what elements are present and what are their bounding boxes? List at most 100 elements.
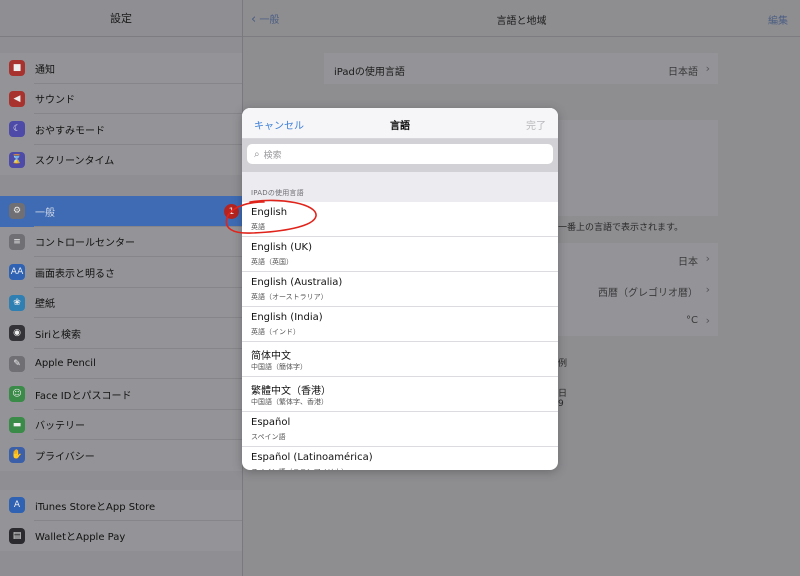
- sidebar-item[interactable]: ◉ Siriと検索: [0, 318, 242, 349]
- sidebar-item-label: 一般: [35, 207, 55, 219]
- sidebar-item[interactable]: ✎ Apple Pencil: [0, 349, 242, 380]
- format-example-1: 例: [558, 359, 568, 369]
- siri-icon: ◉: [9, 325, 25, 342]
- language-row[interactable]: English (UK) 英語（英国）: [242, 237, 558, 272]
- hourglass-icon: ⌛: [9, 151, 25, 168]
- sidebar-item[interactable]: ▤ WalletとApple Pay: [0, 521, 242, 552]
- language-row[interactable]: 繁體中文（香港） 中国語（繁体字、香港）: [242, 377, 558, 412]
- sidebar-item[interactable]: ☾ おやすみモード: [0, 114, 242, 145]
- language-picker-modal: キャンセル 言語 完了 ⌕ 検索 IPADの使用言語 English 英語 Engl…: [242, 108, 558, 470]
- search-icon: ⌕: [254, 148, 260, 160]
- sidebar-item-label: おやすみモード: [35, 125, 105, 137]
- sidebar-title: 設定: [0, 0, 242, 37]
- sidebar-group-2: ⚙ 一般 1 ≡ コントロールセンター AA 画面表示と明るさ ❀ 壁紙 ◉ Siriと検索 ✎ App…: [0, 196, 242, 471]
- sidebar-item-label: WalletとApple Pay: [35, 532, 126, 544]
- sidebar-item-label: 画面表示と明るさ: [35, 268, 115, 280]
- sidebar-group-3: AiTunes StoreとApp Store ▤ WalletとApple Pay: [0, 490, 242, 551]
- wallpaper-icon: ❀: [9, 294, 25, 311]
- sidebar-item[interactable]: AiTunes StoreとApp Store: [0, 490, 242, 521]
- sidebar-item[interactable]: ▬ バッテリー: [0, 410, 242, 441]
- language-native-name: スペイン語（ラテンアメリカ）: [251, 467, 348, 470]
- search-placeholder: 検索: [263, 150, 282, 161]
- sidebar-item-label: プライバシー: [35, 451, 95, 463]
- detail-nav-bar: ‹ 一般 言語と地域 編集: [243, 0, 800, 37]
- language-row[interactable]: Español スペイン語: [242, 412, 558, 447]
- sidebar-item[interactable]: AA 画面表示と明るさ: [0, 257, 242, 288]
- language-row[interactable]: 简体中文 中国語（簡体字）: [242, 342, 558, 377]
- language-native-name: 中国語（繁体字、香港）: [251, 398, 328, 406]
- language-row[interactable]: English (India) 英語（インド）: [242, 307, 558, 342]
- sidebar-item-label: サウンド: [35, 95, 75, 107]
- battery-icon: ▬: [9, 416, 25, 433]
- done-button[interactable]: 完了: [526, 117, 546, 132]
- search-input[interactable]: ⌕ 検索: [247, 144, 553, 164]
- language-name: Español (Latinoamérica): [251, 452, 373, 463]
- ipad-language-value: 日本語: [668, 67, 698, 78]
- sidebar-group-1: ■ 通知 ◀ サウンド ☾ おやすみモード ⌛ スクリーンタイム: [0, 53, 242, 175]
- ipad-language-label: iPadの使用言語: [334, 67, 405, 78]
- privacy-hand-icon: ✋: [9, 447, 25, 464]
- sidebar-item-label: Face IDとパスコード: [35, 390, 132, 402]
- language-list: English 英語 English (UK) 英語（英国） English (Aust…: [242, 202, 558, 470]
- moon-icon: ☾: [9, 121, 25, 138]
- sidebar-item-label: Apple Pencil: [35, 358, 96, 370]
- language-row[interactable]: English (Australia) 英語（オーストラリア）: [242, 272, 558, 307]
- language-name: 简体中文: [251, 351, 291, 362]
- region-row[interactable]: 日本 ›: [558, 243, 718, 274]
- format-example-2: 日: [558, 389, 568, 399]
- sidebar-item[interactable]: ❀ 壁紙: [0, 288, 242, 319]
- chevron-right-icon: ›: [705, 314, 710, 327]
- red-circle-annotation: [225, 199, 317, 234]
- search-bar: ⌕ 検索: [242, 139, 558, 172]
- sidebar-item-label: スクリーンタイム: [35, 156, 115, 168]
- sidebar-item[interactable]: ◀ サウンド: [0, 84, 242, 115]
- language-native-name: 英語（インド）: [251, 328, 300, 336]
- sidebar-item[interactable]: ≡ コントロールセンター: [0, 227, 242, 258]
- modal-header: キャンセル 言語 完了: [242, 108, 558, 139]
- notifications-icon: ■: [9, 60, 25, 77]
- sidebar-item-label: Siriと検索: [35, 329, 82, 341]
- language-native-name: 英語（英国）: [251, 258, 293, 266]
- language-name: English (India): [251, 312, 323, 323]
- calendar-value: 西暦（グレゴリオ暦）: [598, 288, 698, 299]
- sidebar-item[interactable]: ✋ プライバシー: [0, 440, 242, 471]
- detail-title: 言語と地域: [496, 16, 547, 27]
- sidebar-item[interactable]: ⚙ 一般 1: [0, 196, 242, 227]
- temperature-row[interactable]: °C ›: [558, 305, 718, 336]
- sidebar-item-label: 壁紙: [35, 299, 55, 311]
- edit-button[interactable]: 編集: [768, 12, 788, 27]
- language-name: English (UK): [251, 242, 312, 253]
- region-value: 日本: [678, 257, 698, 268]
- language-name: 繁體中文（香港）: [251, 386, 331, 397]
- sidebar-item[interactable]: ■ 通知: [0, 53, 242, 84]
- language-native-name: スペイン語: [251, 433, 286, 441]
- sidebar-item-label: コントロールセンター: [35, 238, 135, 250]
- ipad-language-row[interactable]: iPadの使用言語 日本語 ›: [324, 53, 718, 84]
- wallet-icon: ▤: [9, 527, 25, 544]
- app-store-icon: A: [9, 497, 25, 514]
- language-row[interactable]: Español (Latinoamérica) スペイン語（ラテンアメリカ）: [242, 447, 558, 470]
- temperature-value: °C: [686, 315, 698, 326]
- language-name: Español: [251, 417, 291, 428]
- format-example-3: 9: [558, 399, 564, 409]
- language-native-name: 中国語（簡体字）: [251, 363, 307, 371]
- sound-icon: ◀: [9, 90, 25, 107]
- gear-icon: ⚙: [9, 203, 25, 220]
- sidebar-item-label: 通知: [35, 64, 55, 76]
- calendar-row[interactable]: 西暦（グレゴリオ暦） ›: [558, 274, 718, 305]
- language-name: English (Australia): [251, 277, 343, 288]
- settings-sidebar: 設定 ■ 通知 ◀ サウンド ☾ おやすみモード ⌛ スクリーンタイム ⚙ 一般 1 ≡ コントロール…: [0, 0, 242, 576]
- language-native-name: 英語（オーストラリア）: [251, 293, 328, 301]
- chevron-right-icon: ›: [705, 283, 710, 296]
- modal-title: 言語: [390, 121, 410, 132]
- display-brightness-icon: AA: [9, 264, 25, 281]
- chevron-right-icon: ›: [705, 252, 710, 265]
- sidebar-item-label: バッテリー: [35, 421, 85, 433]
- control-center-icon: ≡: [9, 233, 25, 250]
- sidebar-item-label: iTunes StoreとApp Store: [35, 501, 156, 513]
- chevron-right-icon: ›: [705, 62, 710, 75]
- sidebar-item[interactable]: ☺ Face IDとパスコード: [0, 379, 242, 410]
- language-list-group: [558, 120, 718, 216]
- language-order-note: 一番上の言語で表示されます。: [558, 223, 684, 233]
- sidebar-item[interactable]: ⌛ スクリーンタイム: [0, 145, 242, 176]
